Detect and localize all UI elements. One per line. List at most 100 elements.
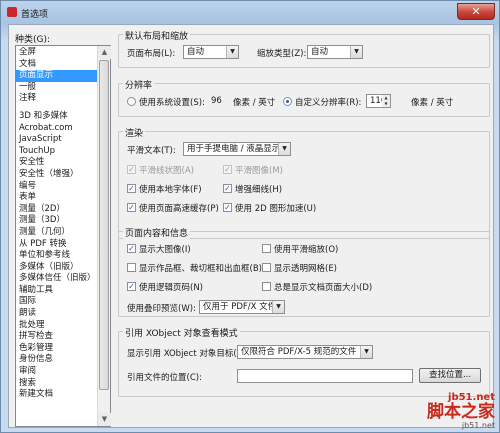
category-item[interactable]: 搜索: [16, 378, 98, 390]
custom-resolution-label: 自定义分辨率(R):: [295, 98, 362, 108]
zoom-type-value: 自动: [311, 47, 329, 57]
close-button[interactable]: ✕: [457, 3, 495, 20]
show-xobject-targets-select[interactable]: 仅限符合 PDF/X-5 规范的文件 ▼: [237, 345, 373, 359]
categories-scrollbar[interactable]: ▲ ▼: [97, 46, 111, 426]
layout-zoom-group: 默认布局和缩放 页面布局(L): 自动 ▼ 缩放类型(Z): 自动 ▼: [118, 29, 490, 68]
file-location-label: 引用文件的位置(C):: [127, 373, 202, 383]
overprint-preview-label: 使用叠印预览(W):: [127, 304, 196, 314]
custom-resolution-radio[interactable]: [283, 97, 292, 106]
category-item[interactable]: 批处理: [16, 320, 98, 332]
transparency-grid-label: 显示透明网格(E): [274, 264, 338, 274]
smooth-line-art-checkbox[interactable]: ✓: [127, 165, 136, 174]
chevron-down-icon: ▼: [272, 301, 284, 313]
smooth-text-value: 用于手提电脑 / 液晶显示屏: [187, 144, 289, 154]
categories-items: 全屏 文档 页面显示 一般 注释 3D 和多媒体 Acrobat.com JavaScript…: [16, 47, 98, 427]
page-cache-checkbox[interactable]: ✓: [127, 203, 136, 212]
always-page-size-checkbox[interactable]: [262, 282, 271, 291]
category-item[interactable]: Acrobat.com: [16, 123, 98, 135]
category-item[interactable]: 色彩管理: [16, 343, 98, 355]
acrobat-app-icon: [7, 7, 17, 17]
page-content-group: 页面内容和信息 ✓ 显示大图像(I) 使用平滑缩放(O) 显示作品框、裁切框和出…: [118, 226, 490, 317]
category-item[interactable]: 注释: [16, 93, 98, 105]
category-item[interactable]: 辅助工具: [16, 285, 98, 297]
system-resolution-label: 使用系统设置(S):: [139, 98, 205, 108]
always-page-size-label: 总是显示文档页面大小(D): [274, 283, 373, 293]
category-item[interactable]: 页面显示: [16, 70, 98, 82]
xobject-group: 引用 XObject 对象查看模式 显示引用 XObject 对象目标(X): …: [118, 326, 490, 397]
settings-panel: 默认布局和缩放 页面布局(L): 自动 ▼ 缩放类型(Z): 自动 ▼ 分辨率 …: [116, 25, 494, 429]
spinner-arrows-icon[interactable]: ▲ ▼: [382, 95, 390, 107]
dialog-client-area: 种类(G): 全屏 文档 页面显示 一般 注释 3D 和多媒体 Acrobat.com Jav…: [8, 24, 494, 428]
accel-2d-label: 使用 2D 图形加速(U): [235, 204, 317, 214]
smooth-text-label: 平滑文本(T):: [127, 146, 176, 156]
category-item[interactable]: 安全性: [16, 157, 98, 169]
art-trim-bleed-label: 显示作品框、裁切框和出血框(B): [139, 264, 262, 274]
art-trim-bleed-checkbox[interactable]: [127, 263, 136, 272]
category-item[interactable]: 一般: [16, 82, 98, 94]
system-resolution-value: 96: [211, 96, 222, 106]
preferences-window: 首选项 ✕ 种类(G): 全屏 文档 页面显示 一般 注释 3D 和多媒体 Acrobat.…: [0, 0, 500, 433]
category-item[interactable]: 单位和参考线: [16, 250, 98, 262]
category-item[interactable]: 拼写检查: [16, 331, 98, 343]
large-images-label: 显示大图像(I): [139, 245, 191, 255]
enhance-thin-lines-checkbox[interactable]: ✓: [223, 184, 232, 193]
local-fonts-label: 使用本地字体(F): [139, 185, 202, 195]
category-item[interactable]: 测量（3D）: [16, 215, 98, 227]
category-item[interactable]: 国际: [16, 296, 98, 308]
smooth-text-select[interactable]: 用于手提电脑 / 液晶显示屏 ▼: [183, 142, 291, 156]
zoom-type-select[interactable]: 自动 ▼: [307, 45, 363, 59]
page-cache-label: 使用页面高速缓存(P): [139, 204, 219, 214]
show-xobject-targets-value: 仅限符合 PDF/X-5 规范的文件: [241, 347, 357, 357]
enhance-thin-lines-label: 增强细线(H): [235, 185, 283, 195]
category-item[interactable]: 朗读: [16, 308, 98, 320]
smooth-line-art-label: 平滑线状图(A): [139, 166, 194, 176]
logical-page-numbers-label: 使用逻辑页码(N): [139, 283, 203, 293]
chevron-down-icon: ▼: [360, 346, 372, 358]
resolution-group: 分辨率 使用系统设置(S): 96 像素 / 英寸 自定义分辨率(R): 110…: [118, 78, 490, 117]
window-title: 首选项: [21, 10, 49, 20]
category-item[interactable]: 表单: [16, 192, 98, 204]
logical-page-numbers-checkbox[interactable]: ✓: [127, 282, 136, 291]
chevron-down-icon: ▼: [350, 46, 362, 58]
category-item[interactable]: TouchUp: [16, 146, 98, 158]
transparency-grid-checkbox[interactable]: [262, 263, 271, 272]
page-layout-select[interactable]: 自动 ▼: [183, 45, 239, 59]
category-item[interactable]: 测量（2D）: [16, 204, 98, 216]
category-item[interactable]: 多媒体（旧版）: [16, 262, 98, 274]
category-item[interactable]: 安全性（增强）: [16, 169, 98, 181]
custom-resolution-spinner[interactable]: 110 ▲ ▼: [366, 94, 391, 108]
smooth-zoom-checkbox[interactable]: [262, 244, 271, 253]
chevron-down-icon: ▼: [226, 46, 238, 58]
smooth-images-checkbox[interactable]: ✓: [223, 165, 232, 174]
system-resolution-unit: 像素 / 英寸: [233, 98, 276, 108]
rendering-group: 渲染 平滑文本(T): 用于手提电脑 / 液晶显示屏 ▼ ✓ 平滑线状图(A) …: [118, 126, 490, 239]
categories-label: 种类(G):: [15, 35, 51, 45]
overprint-preview-select[interactable]: 仅用于 PDF/X 文件 ▼: [199, 300, 285, 314]
smooth-zoom-label: 使用平滑缩放(O): [274, 245, 339, 255]
scroll-thumb[interactable]: [99, 60, 109, 390]
local-fonts-checkbox[interactable]: ✓: [127, 184, 136, 193]
scroll-down-arrow-icon[interactable]: ▼: [98, 413, 111, 426]
category-item[interactable]: 测量（几何）: [16, 227, 98, 239]
category-item[interactable]: 编号: [16, 181, 98, 193]
file-location-input[interactable]: [237, 369, 413, 383]
category-item[interactable]: 从 PDF 转换: [16, 239, 98, 251]
category-item[interactable]: 全屏: [16, 47, 98, 59]
layout-zoom-title: 默认布局和缩放: [123, 29, 191, 42]
category-item[interactable]: 审阅: [16, 366, 98, 378]
resolution-title: 分辨率: [123, 78, 155, 91]
show-xobject-targets-label: 显示引用 XObject 对象目标(X):: [127, 349, 249, 359]
accel-2d-checkbox[interactable]: ✓: [223, 203, 232, 212]
chevron-down-icon: ▼: [278, 143, 290, 155]
category-item[interactable]: 新建文档: [16, 389, 98, 401]
category-item[interactable]: 3D 和多媒体: [16, 111, 98, 123]
page-layout-value: 自动: [187, 47, 205, 57]
category-item[interactable]: 多媒体信任（旧版）: [16, 273, 98, 285]
large-images-checkbox[interactable]: ✓: [127, 244, 136, 253]
category-item[interactable]: 身份信息: [16, 354, 98, 366]
browse-location-button[interactable]: 查找位置...: [419, 368, 481, 383]
scroll-up-arrow-icon[interactable]: ▲: [98, 46, 111, 59]
category-item[interactable]: 文档: [16, 59, 98, 71]
system-resolution-radio[interactable]: [127, 97, 136, 106]
category-item[interactable]: JavaScript: [16, 134, 98, 146]
